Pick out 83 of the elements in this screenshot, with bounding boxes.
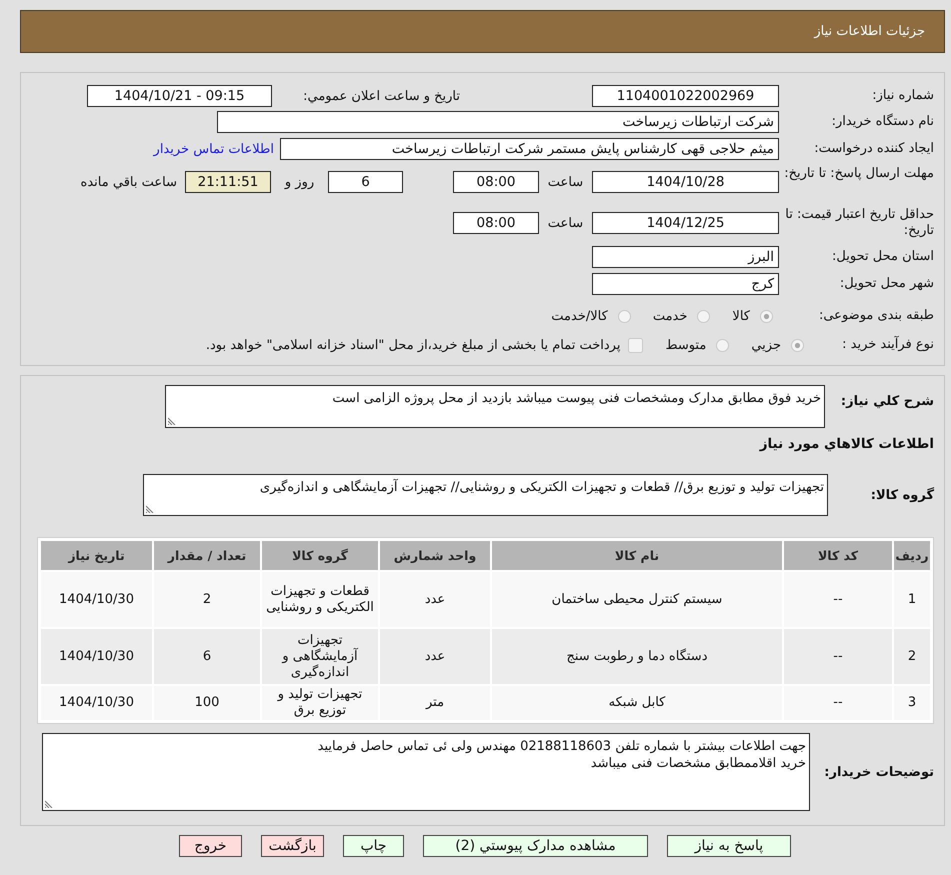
resize-grip-icon[interactable]	[168, 417, 176, 425]
requester-field[interactable]: میثم حلاجی قهی کارشناس پایش مستمر شرکت ارتباطات زیرساخت	[280, 138, 779, 160]
radio-button[interactable]	[760, 310, 773, 322]
radio-button[interactable]	[618, 310, 631, 322]
radio-button[interactable]	[697, 310, 710, 322]
table-cell: 1404/10/30	[41, 629, 152, 684]
buyer-notes-label: توضیحات خریدار:	[823, 764, 934, 780]
summary-label: شرح كلي نياز:	[840, 393, 934, 411]
buyer-contact-link[interactable]: اطلاعات تماس خریدار	[154, 142, 274, 156]
response-deadline-label: مهلت ارسال پاسخ: تا تاریخ:	[783, 166, 934, 182]
table-cell: --	[784, 686, 892, 720]
category-option-label: کالا/خدمت	[551, 308, 608, 324]
column-header: نام کالا	[492, 541, 782, 570]
purchase-process-label: نوع فرآیند خرید :	[841, 337, 934, 353]
delivery-city-field[interactable]: کرج	[592, 273, 779, 295]
time-label: ساعت	[546, 216, 584, 230]
remaining-time-label: ساعت باقي مانده	[80, 174, 177, 190]
column-header: تعداد / مقدار	[154, 541, 260, 570]
table-cell: 1404/10/30	[41, 686, 152, 720]
delivery-province-label: استان محل تحویل:	[831, 249, 934, 265]
resize-grip-icon[interactable]	[45, 800, 53, 808]
table-cell: 2	[154, 572, 260, 627]
treasury-option-label: پرداخت تمام یا بخشی از مبلغ خرید،از محل "اسناد خزانه اسلامی" خواهد بود.	[206, 338, 620, 352]
delivery-province-field[interactable]: البرز	[592, 246, 779, 268]
table-cell: 1404/10/30	[41, 572, 152, 627]
requester-label: ایجاد کننده درخواست:	[813, 141, 934, 157]
back-button[interactable]: بازگشت	[261, 835, 324, 857]
buyer-notes-field[interactable]: جهت اطلاعات بیشتر با شماره تلفن 02188118603 مهندس ولی ئی تماس حاصل فرمایید خرید اقلاممطابق مشخصات فنی میباشد	[42, 733, 810, 811]
checkbox[interactable]	[628, 338, 644, 352]
process-option-label: جزيي	[751, 338, 781, 352]
table-cell: عدد	[380, 572, 490, 627]
summary-field[interactable]: خرید فوق مطابق مدارک ومشخصات فنی پیوست میباشد بازدید از محل پروژه الزامی است	[165, 385, 825, 428]
goods-heading: اطلاعات كالاهاي مورد نياز	[758, 436, 934, 453]
column-header: واحد شمارش	[380, 541, 490, 570]
buyer-organization-label: نام دستگاه خریدار:	[830, 114, 934, 130]
goods-group-field[interactable]: تجهیزات تولید و توزیع برق// قطعات و تجهیزات الکتریکی و روشنایی// تجهیزات آزمایشگاهی و اندازه‌گیری	[143, 474, 828, 516]
attachments-button[interactable]: مشاهده مدارک پیوستي (2)	[423, 835, 648, 857]
table-cell: 6	[154, 629, 260, 684]
need-number-label: شماره نیاز:	[871, 88, 934, 104]
radio-button[interactable]	[716, 338, 730, 352]
resize-grip-icon[interactable]	[146, 505, 154, 513]
subject-category-label: طبقه بندی موضوعی:	[818, 308, 934, 324]
category-option-label: خدمت	[652, 308, 688, 324]
table-cell: تجهیزات تولید و توزیع برق	[262, 686, 378, 720]
reply-button[interactable]: پاسخ به نیاز	[667, 835, 791, 857]
column-header: ردیف	[894, 541, 930, 570]
days-label: روز و	[283, 174, 316, 190]
goods-group-label: گروه کالا:	[870, 486, 934, 504]
table-cell: کابل شبکه	[492, 686, 782, 720]
table-cell: 2	[894, 629, 930, 684]
announcement-label: تاریخ و ساعت اعلان عمومي:	[302, 88, 460, 104]
table-cell: 1	[894, 572, 930, 627]
table-cell: سیستم کنترل محیطی ساختمان	[492, 572, 782, 627]
column-header: گروه کالا	[262, 541, 378, 570]
announcement-field[interactable]: 1404/10/21 - 09:15	[87, 85, 272, 107]
time-label: ساعت	[546, 174, 584, 190]
print-button[interactable]: چاپ	[343, 835, 404, 857]
column-header: تاریخ نیاز	[41, 541, 152, 570]
table-cell: 100	[154, 686, 260, 720]
need-number-field[interactable]: 1104001022002969	[592, 85, 779, 107]
column-header: کد کالا	[784, 541, 892, 570]
table-cell: --	[784, 572, 892, 627]
validity-date-field[interactable]: 1404/12/25	[592, 212, 779, 234]
buyer-organization-field[interactable]: شرکت ارتباطات زیرساخت	[217, 111, 779, 133]
radio-button[interactable]	[791, 338, 804, 352]
deadline-date-field[interactable]: 1404/10/28	[592, 171, 779, 193]
process-option-label: متوسط	[665, 338, 706, 352]
remaining-days-field[interactable]: 6	[328, 171, 403, 193]
table-cell: متر	[380, 686, 490, 720]
validity-time-field[interactable]: 08:00	[453, 212, 539, 234]
table-cell: --	[784, 629, 892, 684]
category-option-label: کالا	[732, 308, 750, 324]
page-title: جزئیات اطلاعات نیاز	[814, 24, 925, 39]
table-cell: عدد	[380, 629, 490, 684]
table-cell: تجهیزات آزمایشگاهی و اندازه‌گیری	[262, 629, 378, 684]
price-validity-label: حداقل تاریخ اعتبار قیمت: تا تاریخ:	[784, 207, 934, 239]
table-cell: قطعات و تجهیزات الکتریکی و روشنایی	[262, 572, 378, 627]
remaining-time-field[interactable]: 21:11:51	[185, 171, 271, 193]
table-cell: 3	[894, 686, 930, 720]
table-cell: دستگاه دما و رطوبت سنج	[492, 629, 782, 684]
deadline-time-field[interactable]: 08:00	[453, 171, 539, 193]
exit-button[interactable]: خروج	[179, 835, 242, 857]
delivery-city-label: شهر محل تحویل:	[838, 276, 934, 292]
